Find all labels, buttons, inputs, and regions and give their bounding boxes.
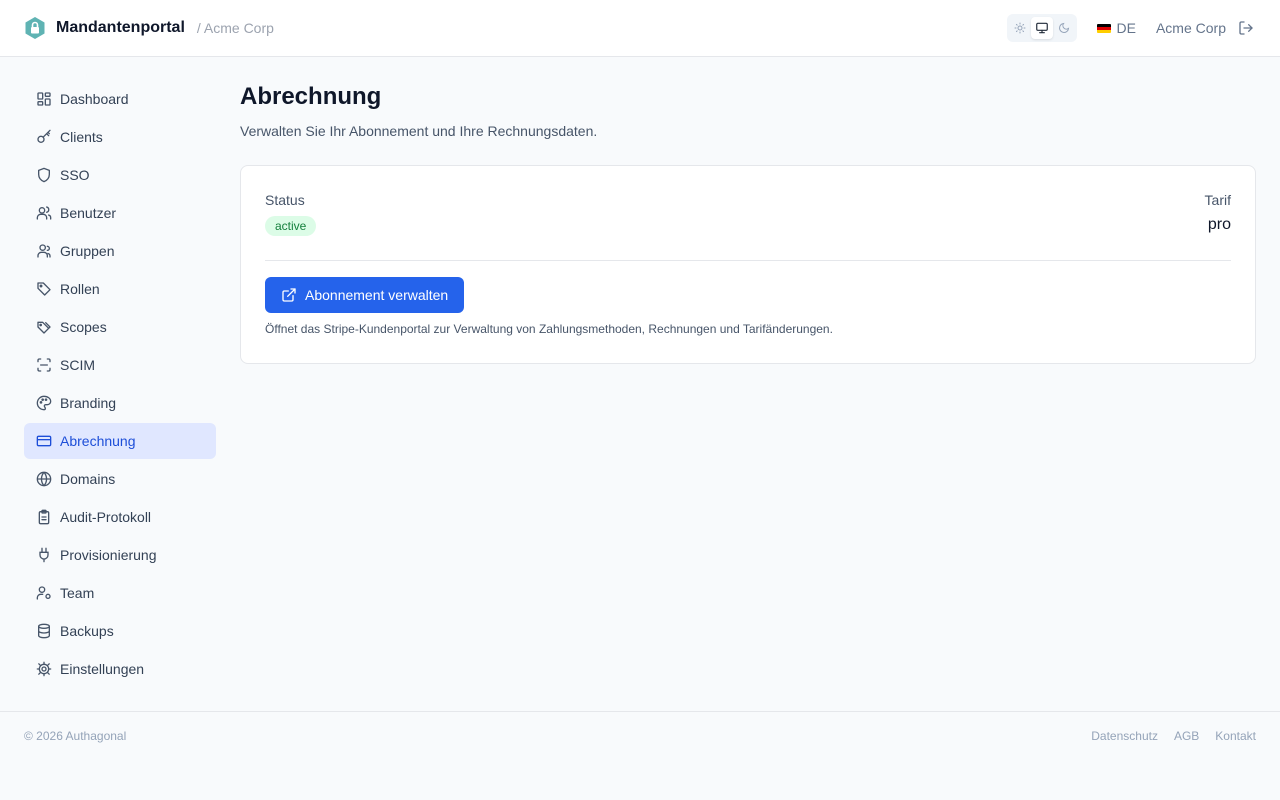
logout-icon[interactable] bbox=[1236, 18, 1256, 38]
credit-card-icon bbox=[36, 433, 52, 449]
user-cog-icon bbox=[36, 585, 52, 601]
external-link-icon bbox=[281, 287, 297, 303]
sidebar-item-domains[interactable]: Domains bbox=[24, 461, 216, 497]
tenant-name: Acme Corp bbox=[1155, 20, 1226, 36]
footer-link-agb[interactable]: AGB bbox=[1174, 729, 1199, 743]
tenant-breadcrumb: / Acme Corp bbox=[196, 20, 274, 36]
sidebar-item-label: SCIM bbox=[60, 357, 95, 373]
divider bbox=[265, 260, 1231, 261]
sidebar-item-backups[interactable]: Backups bbox=[24, 613, 216, 649]
sidebar-item-label: SSO bbox=[60, 167, 90, 183]
plug-icon bbox=[36, 547, 52, 563]
sidebar-item-provisionierung[interactable]: Provisionierung bbox=[24, 537, 216, 573]
sidebar-item-label: Dashboard bbox=[60, 91, 129, 107]
sidebar-item-label: Domains bbox=[60, 471, 116, 487]
lock-hexagon-logo-icon bbox=[24, 16, 46, 40]
language-label: DE bbox=[1116, 20, 1136, 36]
portal-hint: Öffnet das Stripe-Kundenportal zur Verwa… bbox=[265, 322, 833, 336]
tags-icon bbox=[36, 319, 52, 335]
database-icon bbox=[36, 623, 52, 639]
sidebar: Dashboard Clients SSO Benutzer Gruppen R… bbox=[24, 81, 216, 689]
footer-link-datenschutz[interactable]: Datenschutz bbox=[1091, 729, 1158, 743]
sidebar-item-benutzer[interactable]: Benutzer bbox=[24, 195, 216, 231]
sidebar-item-label: Benutzer bbox=[60, 205, 117, 221]
sidebar-item-label: Scopes bbox=[60, 319, 107, 335]
theme-switcher bbox=[1006, 14, 1077, 42]
moon-icon[interactable] bbox=[1053, 17, 1075, 39]
shield-icon bbox=[36, 167, 52, 183]
manage-subscription-label: Abonnement verwalten bbox=[305, 287, 449, 303]
page-subtitle: Verwalten Sie Ihr Abonnement und Ihre Re… bbox=[240, 123, 598, 139]
main-content: Abrechnung Verwalten Sie Ihr Abonnement … bbox=[240, 81, 1256, 364]
sidebar-item-audit-protokoll[interactable]: Audit-Protokoll bbox=[24, 499, 216, 535]
sidebar-item-branding[interactable]: Branding bbox=[24, 385, 216, 421]
sidebar-item-gruppen[interactable]: Gruppen bbox=[24, 233, 216, 269]
page-title: Abrechnung bbox=[240, 83, 382, 110]
footer: © 2026 Authagonal Datenschutz AGB Kontak… bbox=[0, 711, 1280, 800]
clipboard-icon bbox=[36, 509, 52, 525]
users-icon bbox=[36, 205, 52, 221]
plan-value: pro bbox=[1207, 216, 1231, 233]
sidebar-item-label: Einstellungen bbox=[60, 661, 145, 677]
sidebar-item-scim[interactable]: SCIM bbox=[24, 347, 216, 383]
manage-subscription-button[interactable]: Abonnement verwalten bbox=[265, 277, 465, 313]
plan-section: Tarif pro bbox=[1205, 192, 1231, 236]
scan-icon bbox=[36, 357, 52, 373]
sidebar-item-label: Gruppen bbox=[60, 243, 115, 259]
plan-label: Tarif bbox=[1204, 192, 1231, 208]
status-badge: active bbox=[265, 216, 317, 236]
sun-icon[interactable] bbox=[1009, 17, 1031, 39]
dashboard-icon bbox=[36, 91, 52, 107]
status-label: Status bbox=[265, 192, 305, 208]
sidebar-item-label: Clients bbox=[60, 129, 103, 145]
sidebar-item-label: Team bbox=[60, 585, 95, 601]
palette-icon bbox=[36, 395, 52, 411]
sidebar-item-label: Branding bbox=[60, 395, 117, 411]
sidebar-item-einstellungen[interactable]: Einstellungen bbox=[24, 651, 216, 687]
sidebar-item-rollen[interactable]: Rollen bbox=[24, 271, 216, 307]
copyright: © 2026 Authagonal bbox=[24, 729, 127, 743]
gear-icon bbox=[36, 661, 52, 677]
footer-links: Datenschutz AGB Kontakt bbox=[1075, 729, 1256, 743]
sidebar-item-abrechnung[interactable]: Abrechnung bbox=[24, 423, 216, 459]
sidebar-item-team[interactable]: Team bbox=[24, 575, 216, 611]
sidebar-item-sso[interactable]: SSO bbox=[24, 157, 216, 193]
app-name: Mandantenportal bbox=[56, 19, 185, 36]
sidebar-item-label: Rollen bbox=[60, 281, 100, 297]
german-flag-icon bbox=[1096, 23, 1111, 33]
footer-link-kontakt[interactable]: Kontakt bbox=[1215, 729, 1256, 743]
sidebar-item-dashboard[interactable]: Dashboard bbox=[24, 81, 216, 117]
brand[interactable]: Mandantenportal / Acme Corp bbox=[24, 16, 274, 40]
sidebar-item-label: Audit-Protokoll bbox=[60, 509, 152, 525]
sidebar-item-label: Abrechnung bbox=[60, 433, 136, 449]
monitor-icon[interactable] bbox=[1030, 17, 1053, 39]
language-switcher[interactable]: DE bbox=[1096, 20, 1136, 36]
globe-icon bbox=[36, 471, 52, 487]
subscription-card: Status active Tarif pro Abonnement verwa… bbox=[240, 165, 1256, 364]
sidebar-item-scopes[interactable]: Scopes bbox=[24, 309, 216, 345]
sidebar-item-clients[interactable]: Clients bbox=[24, 119, 216, 155]
tag-icon bbox=[36, 281, 52, 297]
sidebar-item-label: Provisionierung bbox=[60, 547, 157, 563]
key-icon bbox=[36, 129, 52, 145]
sidebar-item-label: Backups bbox=[60, 623, 114, 639]
group-icon bbox=[36, 243, 52, 259]
status-section: Status active bbox=[265, 192, 317, 236]
top-bar: Mandantenportal / Acme Corp DE Acme Corp bbox=[0, 0, 1280, 57]
